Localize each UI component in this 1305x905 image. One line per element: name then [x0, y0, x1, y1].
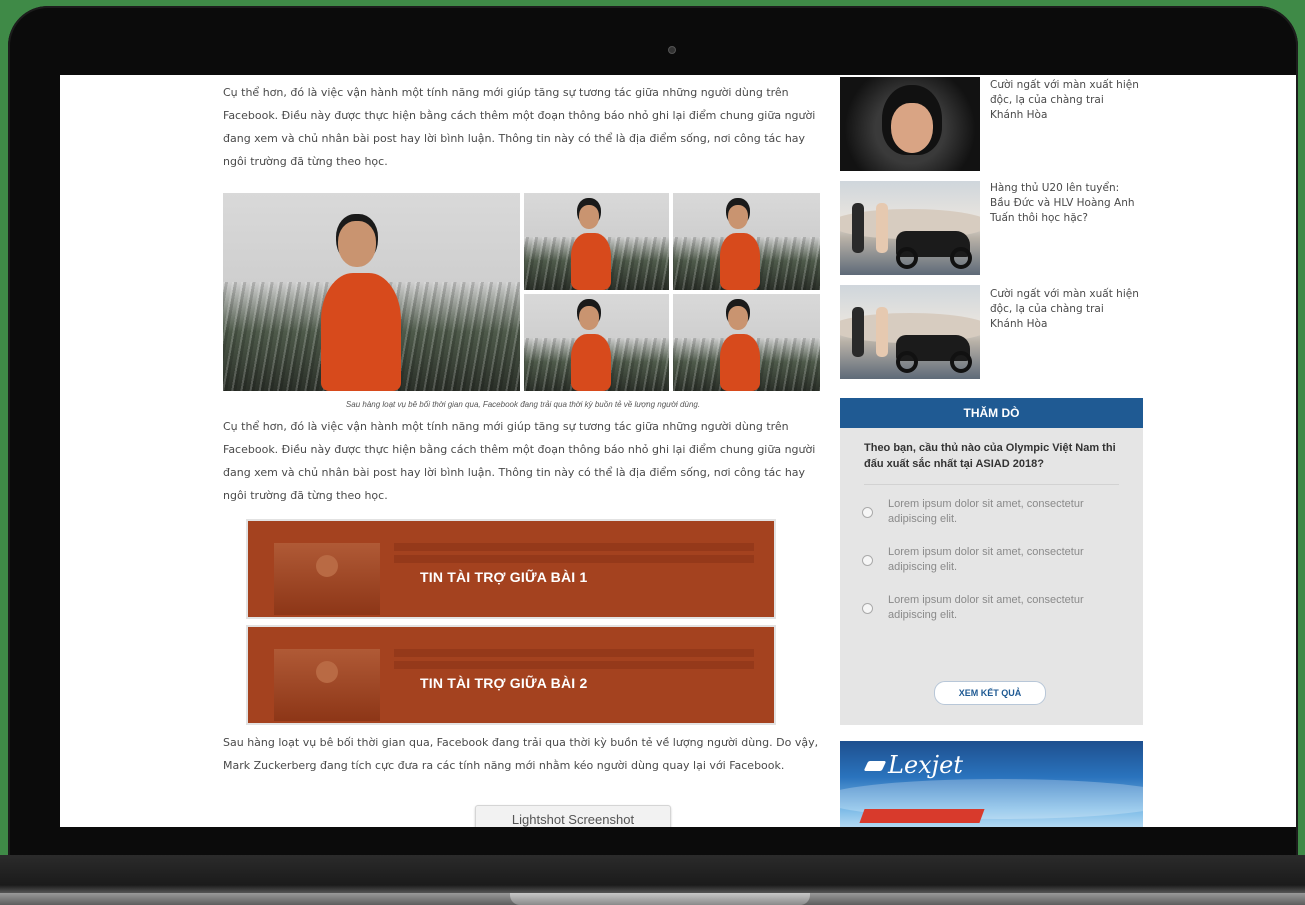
sponsored-block-2[interactable]: TIN TÀI TRỢ GIỮA BÀI 2	[246, 625, 776, 725]
radio-button[interactable]	[862, 555, 873, 566]
sponsored-thumb-2	[274, 649, 380, 721]
news-thumb[interactable]	[840, 285, 980, 379]
article-paragraph-3: Sau hàng loạt vụ bê bối thời gian qua, F…	[223, 736, 819, 772]
article-paragraph-2: Cụ thể hơn, đó là việc vận hành một tính…	[223, 420, 816, 502]
laptop-base	[0, 855, 1305, 905]
lexjet-logo: Lexjet	[888, 751, 963, 779]
sponsored-thumb-1	[274, 543, 380, 615]
gallery-thumb-3[interactable]	[524, 294, 669, 391]
poll-option-label[interactable]: Lorem ipsum dolor sit amet, consectetur …	[888, 497, 1098, 527]
gallery-thumb-1[interactable]	[524, 193, 669, 290]
news-item[interactable]: Hàng thủ U20 lên tuyển: Bầu Đức và HLV H…	[840, 179, 1143, 285]
lexjet-logo-icon	[863, 761, 887, 771]
poll-option[interactable]: Lorem ipsum dolor sit amet, consectetur …	[860, 497, 1143, 545]
sponsored-label-2: TIN TÀI TRỢ GIỮA BÀI 2	[420, 675, 588, 691]
radio-button[interactable]	[862, 603, 873, 614]
news-title[interactable]: Hàng thủ U20 lên tuyển: Bầu Đức và HLV H…	[990, 181, 1140, 226]
radio-button[interactable]	[862, 507, 873, 518]
news-thumb[interactable]	[840, 77, 980, 171]
news-item[interactable]: Cười ngất với màn xuất hiện độc, lạ của …	[840, 285, 1143, 385]
camera-icon	[668, 46, 676, 54]
poll-option-label[interactable]: Lorem ipsum dolor sit amet, consectetur …	[888, 593, 1098, 623]
gallery-caption: Sau hàng loạt vụ bê bối thời gian qua, F…	[345, 400, 701, 409]
poll-divider	[864, 484, 1119, 485]
sponsored-block-1[interactable]: TIN TÀI TRỢ GIỮA BÀI 1	[246, 519, 776, 619]
poll-option[interactable]: Lorem ipsum dolor sit amet, consectetur …	[860, 545, 1143, 593]
article-paragraph-1: Cụ thể hơn, đó là việc vận hành một tính…	[223, 86, 816, 168]
poll-option-label[interactable]: Lorem ipsum dolor sit amet, consectetur …	[888, 545, 1098, 575]
news-thumb[interactable]	[840, 181, 980, 275]
sponsored-label-1: TIN TÀI TRỢ GIỮA BÀI 1	[420, 569, 588, 585]
sidebar: Cười ngất với màn xuất hiện độc, lạ của …	[840, 75, 1143, 827]
news-title[interactable]: Cười ngất với màn xuất hiện độc, lạ của …	[990, 287, 1140, 332]
poll-option[interactable]: Lorem ipsum dolor sit amet, consectetur …	[860, 593, 1143, 641]
poll-widget: THĂM DÒ Theo bạn, cầu thủ nào của Olympi…	[840, 398, 1143, 725]
article-body: Cụ thể hơn, đó là việc vận hành một tính…	[223, 81, 823, 777]
view-results-button[interactable]: XEM KẾT QUẢ	[934, 681, 1046, 705]
gallery-thumb-4[interactable]	[673, 294, 820, 391]
gallery-thumb-2[interactable]	[673, 193, 820, 290]
lexjet-ad-banner[interactable]: Lexjet	[840, 741, 1143, 827]
photo-gallery	[223, 193, 820, 391]
news-item[interactable]: Cười ngất với màn xuất hiện độc, lạ của …	[840, 75, 1143, 179]
news-title[interactable]: Cười ngất với màn xuất hiện độc, lạ của …	[990, 78, 1140, 123]
laptop-screen: Cụ thể hơn, đó là việc vận hành một tính…	[60, 75, 1296, 827]
laptop-notch	[510, 893, 810, 905]
gallery-main-photo[interactable]	[223, 193, 520, 391]
poll-header: THĂM DÒ	[840, 398, 1143, 428]
lightshot-tooltip: Lightshot Screenshot	[475, 805, 671, 827]
poll-question: Theo bạn, cầu thủ nào của Olympic Việt N…	[864, 442, 1116, 470]
